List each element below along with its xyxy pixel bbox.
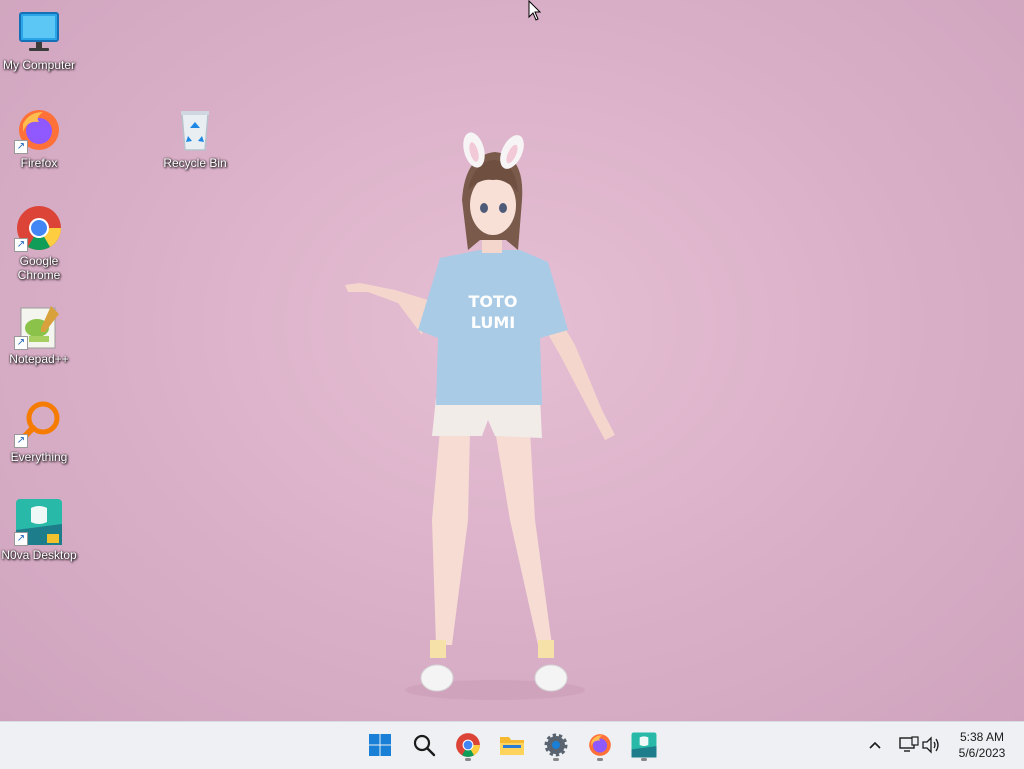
shortcut-arrow-icon: ↗ [14,434,28,448]
desktop-icon-label: Google Chrome [17,254,61,282]
notepad-plus-plus-icon: ↗ [14,302,63,350]
running-indicator [465,758,471,761]
taskbar-file-explorer-button[interactable] [494,728,530,762]
clock-time: 5:38 AM [959,730,1005,744]
tray-show-hidden-icons-button[interactable] [858,728,892,762]
desktop-icon-label: Notepad++ [9,352,69,366]
network-icon [899,736,919,752]
everything-search-icon: ↗ [14,400,63,448]
desktop-icon-google-chrome[interactable]: ↗ Google Chrome [0,204,78,282]
chevron-up-icon [869,741,881,749]
desktop-icon-label: N0va Desktop [1,548,77,562]
n0va-desktop-icon: ↗ [14,498,63,546]
tray-network-volume-button[interactable] [892,728,948,762]
search-icon [413,734,436,757]
volume-icon [922,736,939,754]
shortcut-arrow-icon: ↗ [14,336,28,350]
desktop-icon-label: Everything [10,450,68,464]
desktop-icon-everything[interactable]: ↗ Everything [0,400,78,464]
settings-gear-icon [544,733,568,757]
running-indicator [641,758,647,761]
desktop-icon-notepad-plus-plus[interactable]: ↗ Notepad++ [0,302,78,366]
shortcut-arrow-icon: ↗ [14,238,28,252]
shirt-text-top: TOTO [468,292,517,311]
wallpaper-character: TOTO LUMI [345,132,615,700]
desktop-icon-n0va-desktop[interactable]: ↗ N0va Desktop [0,498,78,562]
running-indicator [597,758,603,761]
desktop-icon-firefox[interactable]: ↗ Firefox [0,106,78,170]
tray-clock[interactable]: 5:38 AM 5/6/2023 [950,729,1014,761]
windows-start-icon [369,734,391,756]
desktop-wallpaper: TOTO LUMI My Computer ↗ Firefox Recycle … [0,0,1024,721]
desktop-icon-my-computer[interactable]: My Computer [0,8,78,72]
chrome-icon: ↗ [14,204,63,252]
taskbar: 5:38 AM 5/6/2023 [0,721,1024,769]
shirt-text-bottom: LUMI [471,313,516,332]
chrome-icon [456,733,480,757]
monitor-icon [15,8,63,56]
firefox-icon: ↗ [14,106,63,154]
desktop-icon-label: My Computer [2,58,76,72]
recycle-bin-icon [171,106,219,154]
taskbar-settings-button[interactable] [538,728,574,762]
n0va-desktop-icon [631,732,657,758]
taskbar-firefox-button[interactable] [582,728,618,762]
desktop-icon-label: Recycle Bin [163,156,227,170]
mouse-pointer-icon [528,0,542,21]
file-explorer-icon [500,737,524,755]
taskbar-start-button[interactable] [362,728,398,762]
running-indicator [553,758,559,761]
firefox-icon [589,734,611,756]
clock-date: 5/6/2023 [958,746,1006,760]
taskbar-search-button[interactable] [406,728,442,762]
desktop-icon-label: Firefox [20,156,58,170]
taskbar-chrome-button[interactable] [450,728,486,762]
desktop-icon-recycle-bin[interactable]: Recycle Bin [156,106,234,170]
taskbar-n0va-desktop-button[interactable] [626,728,662,762]
shortcut-arrow-icon: ↗ [14,140,28,154]
shortcut-arrow-icon: ↗ [14,532,28,546]
